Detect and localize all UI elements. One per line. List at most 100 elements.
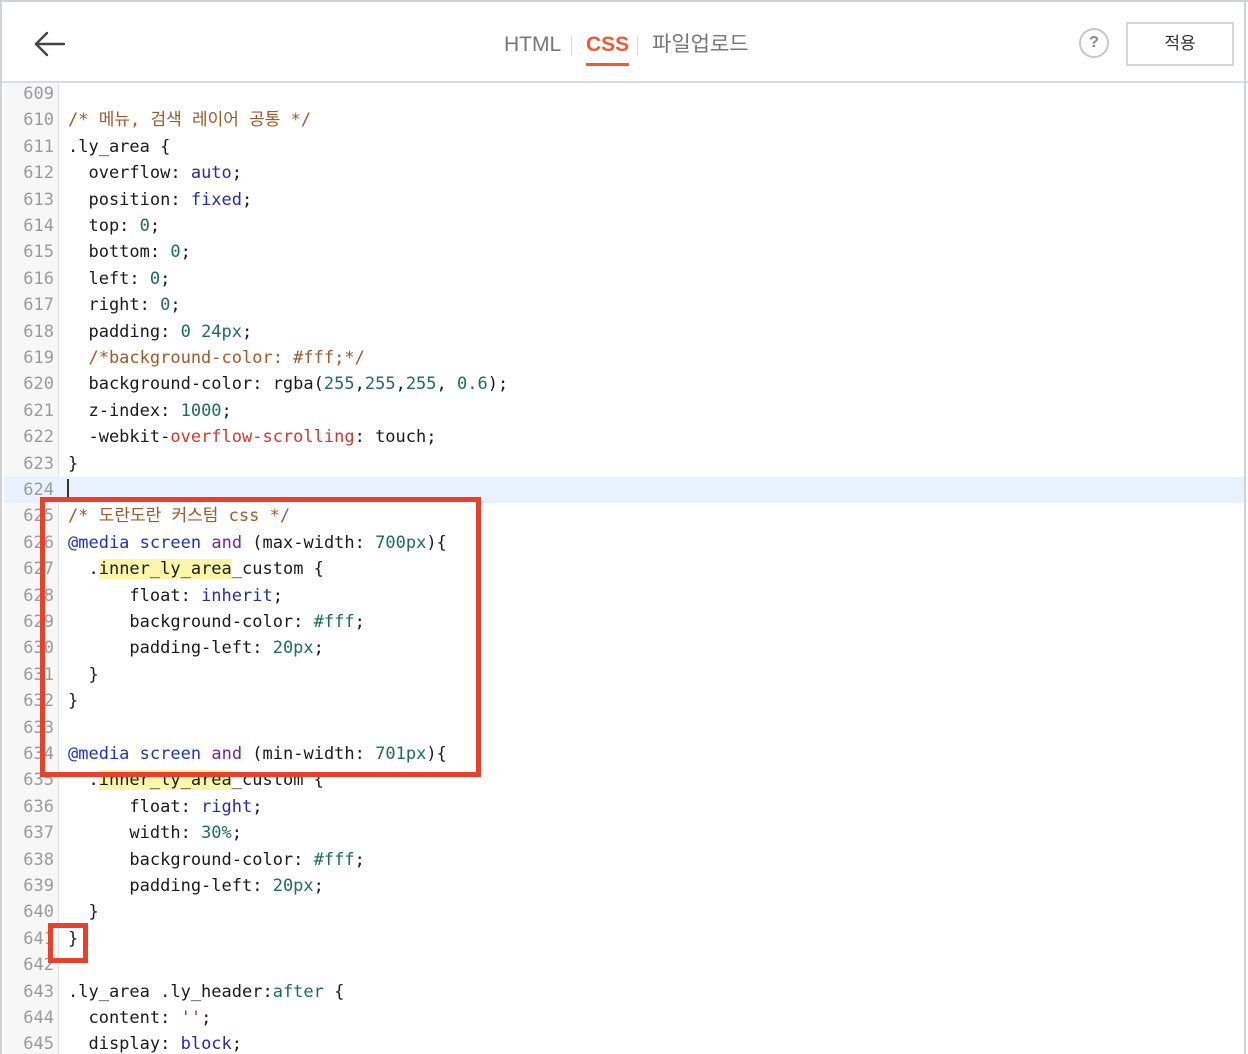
- code-token: ;: [354, 612, 365, 632]
- code-token: after: [272, 981, 324, 1002]
- code-line: 624: [4, 477, 1244, 504]
- code-text: z-index: 1000;: [68, 398, 231, 424]
- code-token: 255: [364, 374, 396, 395]
- line-number: 632: [23, 691, 54, 712]
- code-token: _custom {: [231, 559, 324, 580]
- line-number: 630: [23, 638, 54, 659]
- code-line: 611 .ly_area {: [4, 134, 1244, 160]
- code-token: block: [180, 1034, 232, 1054]
- line-number: 618: [23, 321, 54, 342]
- code-line: 638 background-color: #fff;: [4, 847, 1244, 873]
- code-token: 701px: [375, 744, 427, 764]
- code-text: bottom: 0;: [68, 239, 190, 265]
- code-token: 1000: [180, 400, 222, 421]
- code-token: ;: [149, 216, 161, 236]
- code-line: 623}: [4, 451, 1244, 477]
- line-number: 619: [23, 348, 54, 368]
- line-number: 615: [23, 242, 54, 263]
- tab-css[interactable]: CSS: [586, 30, 630, 66]
- code-text: /*background-color: #fff;*/: [68, 345, 364, 371]
- code-token: auto: [190, 163, 232, 184]
- code-editor[interactable]: 609 610/* 메뉴, 검색 레이어 공통 */611 .ly_area { 61…: [4, 83, 1244, 1054]
- code-text: .inner_ly_area_custom {: [68, 556, 324, 582]
- code-token: }: [68, 664, 99, 685]
- line-number: 620: [23, 374, 54, 395]
- code-token: background-color:: [68, 849, 314, 870]
- help-button[interactable]: ?: [1079, 28, 1109, 58]
- code-text: /* 도란도란 커스텀 css */: [68, 503, 290, 529]
- code-text: right: 0;: [68, 292, 180, 318]
- code-line: 616 left: 0;: [4, 266, 1244, 292]
- code-token: screen: [139, 532, 202, 553]
- code-token: ;: [252, 796, 263, 817]
- code-token: ;: [160, 268, 171, 289]
- code-line: 632}: [4, 688, 1244, 714]
- code-text: float: right;: [68, 794, 263, 820]
- line-number: 641: [23, 928, 54, 949]
- code-line: 613 position: fixed;: [4, 187, 1244, 213]
- code-text: }: [68, 926, 78, 952]
- code-token: }: [68, 691, 79, 712]
- code-token: 0: [139, 216, 150, 236]
- code-token: ,: [395, 374, 406, 395]
- tab-divider: [637, 36, 638, 56]
- line-number: 614: [23, 216, 54, 236]
- code-line: 630 padding-left: 20px;: [4, 635, 1244, 661]
- line-number: 629: [23, 612, 54, 632]
- code-token: padding-left:: [68, 638, 273, 659]
- line-number: 638: [23, 849, 54, 870]
- line-number: 628: [23, 585, 54, 606]
- code-token: position:: [68, 189, 191, 210]
- code-token: display:: [68, 1034, 181, 1054]
- code-token: right: [201, 796, 253, 817]
- code-token: and: [211, 532, 243, 553]
- code-token: bottom:: [68, 242, 171, 263]
- code-token: ){: [426, 744, 447, 764]
- code-token: {: [323, 981, 345, 1002]
- tab-html[interactable]: HTML: [504, 30, 561, 60]
- line-number: 617: [23, 295, 54, 316]
- line-number: 609: [23, 84, 54, 104]
- code-text: background-color: #fff;: [68, 847, 365, 873]
- code-text: padding: 0 24px;: [68, 319, 252, 345]
- apply-button[interactable]: 적용: [1126, 22, 1234, 66]
- line-number: 639: [23, 876, 54, 896]
- code-text: left: 0;: [68, 266, 170, 292]
- code-token: inherit: [201, 585, 273, 606]
- code-text: @media screen and (min-width: 701px){: [68, 741, 447, 767]
- code-token: '': [180, 1008, 202, 1028]
- code-token: 0: [160, 295, 171, 316]
- line-number: 623: [23, 453, 54, 474]
- tab-file-upload[interactable]: 파일업로드: [652, 30, 749, 60]
- line-number: 612: [23, 163, 54, 184]
- code-line: 610 /* 메뉴, 검색 레이어 공통 */: [4, 107, 1244, 133]
- code-text: position: fixed;: [68, 187, 252, 213]
- code-text: background-color: #fff;: [68, 609, 365, 635]
- code-line: 627 .inner_ly_area_custom {: [4, 556, 1244, 582]
- code-line: 631 }: [4, 662, 1244, 688]
- code-token: padding:: [68, 321, 181, 342]
- code-line: 620 background-color: rgba(255,255,255, …: [4, 371, 1244, 397]
- line-number: 633: [23, 717, 54, 738]
- code-token: left:: [68, 268, 150, 289]
- code-line: 637 width: 30%;: [4, 820, 1244, 846]
- code-text: width: 30%;: [68, 820, 242, 846]
- code-token: /* 메뉴, 검색 레이어 공통 */: [68, 110, 312, 131]
- code-token: ;: [242, 321, 253, 342]
- line-number: 631: [23, 664, 54, 685]
- code-line: 615 bottom: 0;: [4, 239, 1244, 265]
- line-number: 627: [23, 559, 54, 580]
- code-token: ;: [231, 163, 243, 184]
- code-token: screen: [139, 744, 202, 764]
- code-token: float:: [68, 585, 202, 606]
- code-token: @media: [68, 532, 130, 553]
- code-token: ;: [242, 189, 253, 210]
- code-line: 621 z-index: 1000;: [4, 398, 1244, 424]
- code-line: 628 float: inherit;: [4, 583, 1244, 609]
- code-token: ;: [354, 849, 365, 870]
- code-line: 644 content: '';: [4, 1005, 1244, 1031]
- code-token: 255: [405, 374, 437, 395]
- code-token: ;: [231, 823, 243, 844]
- code-line: 636 float: right;: [4, 794, 1244, 820]
